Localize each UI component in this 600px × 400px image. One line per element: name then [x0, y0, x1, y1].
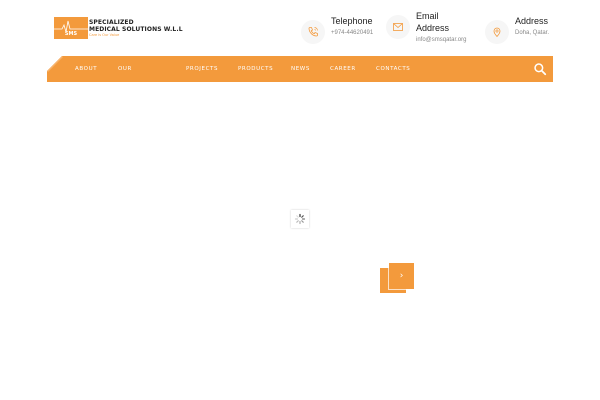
telephone-label: Telephone [331, 16, 373, 26]
nav-corner-decoration [47, 56, 63, 72]
address-value: Doha, Qatar. [515, 30, 550, 36]
main-nav: ABOUT OUR PROJECTS PRODUCTS NEWS CAREER … [47, 56, 553, 82]
address-label: Address [515, 16, 549, 26]
nav-item-career[interactable]: CAREER [330, 56, 356, 82]
logo-name-line2: MEDICAL SOLUTIONS W.L.L [89, 25, 183, 33]
spinner-icon [294, 213, 306, 225]
nav-item-our[interactable]: OUR [118, 56, 132, 82]
nav-item-about[interactable]: ABOUT [75, 56, 97, 82]
logo-tagline: Care is Our Value [89, 32, 120, 37]
telephone-value[interactable]: +974-44620491 [331, 29, 373, 38]
site-logo[interactable]: SMS SPECIALIZED MEDICAL SOLUTIONS W.L.L … [54, 16, 183, 40]
nav-item-projects[interactable]: PROJECTS [186, 56, 218, 82]
email-label: Email Address [416, 11, 450, 33]
search-icon [534, 63, 547, 76]
logo-name-line1: SPECIALIZED [89, 18, 134, 26]
page-loader [291, 210, 309, 228]
chevron-right-icon: › [389, 263, 414, 289]
nav-item-products[interactable]: PRODUCTS [238, 56, 273, 82]
email-value[interactable]: info@smsqatar.org [416, 36, 466, 45]
contact-telephone: Telephone +974-44620491 [301, 15, 373, 44]
nav-item-news[interactable]: NEWS [291, 56, 310, 82]
contact-email: Email Address info@smsqatar.org [386, 10, 466, 45]
phone-icon [301, 20, 325, 44]
logo-mark: SMS [54, 17, 88, 39]
nav-item-contacts[interactable]: CONTACTS [376, 56, 410, 82]
slider-next-button[interactable]: › [380, 263, 415, 293]
envelope-icon [386, 15, 410, 39]
site-header: SMS SPECIALIZED MEDICAL SOLUTIONS W.L.L … [0, 0, 600, 56]
logo-text: SPECIALIZED MEDICAL SOLUTIONS W.L.L Care… [89, 19, 183, 38]
contact-address: Address Doha, Qatar. [485, 15, 549, 44]
map-pin-icon [485, 20, 509, 44]
logo-mark-text: SMS [64, 31, 78, 37]
search-button[interactable] [533, 62, 547, 76]
